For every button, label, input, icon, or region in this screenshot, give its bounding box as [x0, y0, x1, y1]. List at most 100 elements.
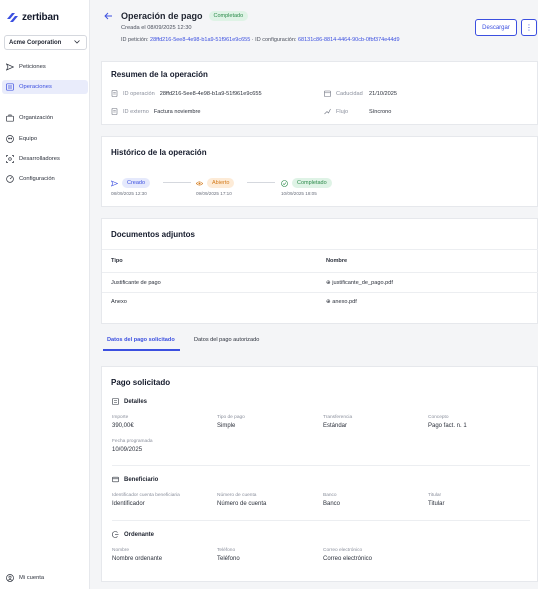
config-id-link[interactable]: 68131c86-8814-4464-90cb-0fbf374e44d9: [298, 37, 400, 43]
tab-authorized-payment[interactable]: Datos del pago autorizado: [194, 337, 259, 343]
created-prefix: Creada el: [121, 25, 148, 31]
check-circle-icon: [281, 179, 288, 187]
timeline-date: 09/09/2025 17:10: [196, 191, 232, 196]
expiry-label: Caducidad: [336, 90, 363, 97]
download-circle-icon: ⊕: [326, 280, 331, 286]
orderer-section-title: Ordenante: [112, 531, 154, 538]
main-content: Operación de pago Completado Creada el 0…: [91, 0, 538, 589]
timeline-step-created: Creado: [111, 178, 151, 188]
column-header-name: Nombre: [326, 258, 348, 264]
details-section-title: Detalles: [112, 398, 147, 405]
back-arrow-icon[interactable]: [104, 12, 113, 22]
beneficiary-title: Beneficiario: [124, 476, 159, 483]
timeline-date: 10/09/2025 18:05: [281, 191, 317, 196]
document-icon: [111, 108, 118, 115]
timeline-connector: [247, 182, 275, 183]
user-circle-icon: [6, 574, 14, 582]
timeline-step-completed: Completado: [281, 178, 332, 188]
ids-info: ID petición: 28ffd216-5ee8-4e98-b1a9-51f…: [121, 37, 400, 43]
document-link[interactable]: ⊕ justificante_de_pago.pdf: [326, 280, 393, 286]
eye-icon: [196, 180, 203, 186]
transfer-value: Estándar: [323, 423, 348, 429]
details-title: Detalles: [124, 398, 148, 405]
sidebar: zertiban Acme Corporation Peticiones Ope…: [0, 0, 90, 589]
petition-label: ID petición:: [121, 37, 149, 43]
ids-separator: ·: [251, 37, 254, 43]
scheduled-date-label: Fecha programada: [112, 439, 153, 444]
email-label: Correo electrónico: [323, 548, 363, 553]
config-label: ID configuración:: [255, 37, 297, 43]
tab-requested-payment[interactable]: Datos del pago solicitado: [107, 337, 175, 343]
expiry-value: 21/10/2025: [369, 90, 397, 97]
send-icon: [111, 179, 118, 187]
more-options-button[interactable]: ⋮: [521, 19, 537, 36]
summary-card: Resumen de la operación ID operación 28f…: [101, 61, 538, 125]
list-icon: [112, 398, 119, 405]
page-title: Operación de pago: [121, 11, 203, 21]
orderer-icon: [112, 531, 119, 538]
company-name: Acme Corporation: [9, 39, 62, 46]
column-header-type: Tipo: [111, 258, 123, 264]
sidebar-item-desarrolladores[interactable]: Desarrolladores: [2, 152, 88, 166]
sidebar-item-label: Peticiones: [19, 64, 46, 70]
flow-value: Síncrono: [369, 108, 392, 115]
petition-id-link[interactable]: 28ffd216-5ee8-4e98-b1a9-51f961e9c655: [150, 37, 250, 43]
code-icon: [6, 155, 14, 163]
sidebar-item-equipo[interactable]: Equipo: [2, 132, 88, 146]
calendar-icon: [324, 90, 331, 97]
history-card: Histórico de la operación: [101, 136, 538, 207]
account-number-value: Número de cuenta: [217, 501, 267, 507]
holder-label: Titular: [428, 493, 442, 498]
timeline-date: 08/09/2025 12:30: [111, 191, 147, 196]
flow-icon: [324, 108, 331, 115]
timeline-step-opened: Abierto: [196, 178, 235, 188]
orderer-name-label: Nombre: [112, 548, 130, 553]
transfer-label: Transferencia: [323, 415, 353, 420]
sidebar-item-label: Equipo: [19, 136, 38, 142]
document-name: anexo.pdf: [332, 299, 357, 305]
timeline-badge: Completado: [292, 178, 332, 188]
document-type: Justificante de pago: [111, 280, 161, 286]
zertiban-logo-icon: [7, 13, 18, 22]
list-icon: [6, 83, 14, 91]
sidebar-item-label: Organización: [19, 115, 54, 121]
sidebar-item-operaciones[interactable]: Operaciones: [2, 80, 88, 94]
summary-title: Resumen de la operación: [111, 70, 208, 79]
timeline-badge: Abierto: [207, 178, 235, 188]
send-icon: [6, 63, 14, 71]
scheduled-date-value: 10/09/2025: [112, 447, 143, 453]
concept-label: Concepto: [428, 415, 449, 420]
sidebar-item-configuracion[interactable]: Configuración: [2, 172, 88, 186]
bank-label: Banco: [323, 493, 337, 498]
sidebar-item-label: Desarrolladores: [19, 156, 60, 162]
holder-value: Titular: [428, 501, 445, 507]
flow-field: Flujo Síncrono: [324, 108, 391, 115]
divider: [102, 292, 538, 293]
payment-type-label: Tipo de pago: [217, 415, 245, 420]
beneficiary-id-label: Identificador cuenta beneficiaria: [112, 493, 180, 498]
created-info: Creada el 08/09/2025 12:30: [121, 25, 192, 31]
external-id-label: ID externo: [123, 108, 149, 115]
sidebar-item-label: Operaciones: [19, 84, 52, 90]
amount-label: Importe: [112, 415, 129, 420]
divider: [102, 249, 538, 250]
history-title: Histórico de la operación: [111, 148, 207, 157]
chevron-down-icon: [74, 39, 80, 46]
gear-icon: [6, 175, 14, 183]
company-selector[interactable]: Acme Corporation: [4, 35, 87, 50]
document-link[interactable]: ⊕ anexo.pdf: [326, 299, 357, 305]
document-icon: [111, 90, 118, 97]
phone-value: Teléfono: [217, 556, 240, 562]
sidebar-item-organizacion[interactable]: Organización: [2, 111, 88, 125]
sidebar-item-label: Configuración: [19, 176, 55, 182]
page-header: Operación de pago Completado Creada el 0…: [91, 0, 538, 56]
sidebar-item-mi-cuenta[interactable]: Mi cuenta: [2, 571, 88, 585]
download-button[interactable]: Descargar: [475, 19, 517, 36]
brand-logo[interactable]: zertiban: [7, 12, 59, 23]
expiry-field: Caducidad 21/10/2025: [324, 90, 397, 97]
operation-id-field: ID operación 28ffd216-5ee8-4e98-b1a9-51f…: [111, 90, 262, 97]
orderer-name-value: Nombre ordenante: [112, 556, 163, 562]
timeline-connector: [163, 182, 191, 183]
documents-card: Documentos adjuntos Tipo Nombre Justific…: [101, 218, 538, 324]
sidebar-item-peticiones[interactable]: Peticiones: [2, 60, 88, 74]
